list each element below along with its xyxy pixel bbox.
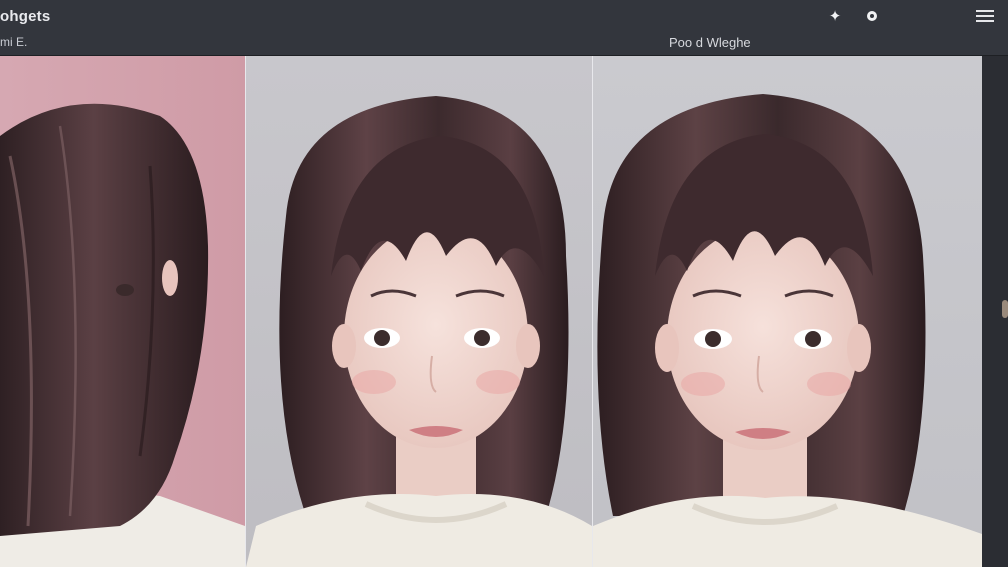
scroll-handle[interactable] bbox=[1002, 300, 1008, 318]
sparkle-icon[interactable]: ✦ bbox=[825, 6, 845, 26]
portrait-1[interactable] bbox=[0, 56, 245, 567]
circle-icon[interactable] bbox=[862, 6, 882, 26]
portrait-2[interactable] bbox=[246, 56, 592, 567]
top-toolbar: ohgets mi E. Poo d Wleghe ✦ bbox=[0, 0, 1008, 56]
hamburger-menu-icon[interactable] bbox=[974, 6, 996, 26]
portrait-3[interactable] bbox=[593, 56, 982, 567]
page-title: Poo d Wleghe bbox=[669, 35, 751, 50]
image-gallery bbox=[0, 56, 982, 567]
breadcrumb[interactable]: mi E. bbox=[0, 35, 27, 49]
app-title: ohgets bbox=[0, 8, 51, 25]
